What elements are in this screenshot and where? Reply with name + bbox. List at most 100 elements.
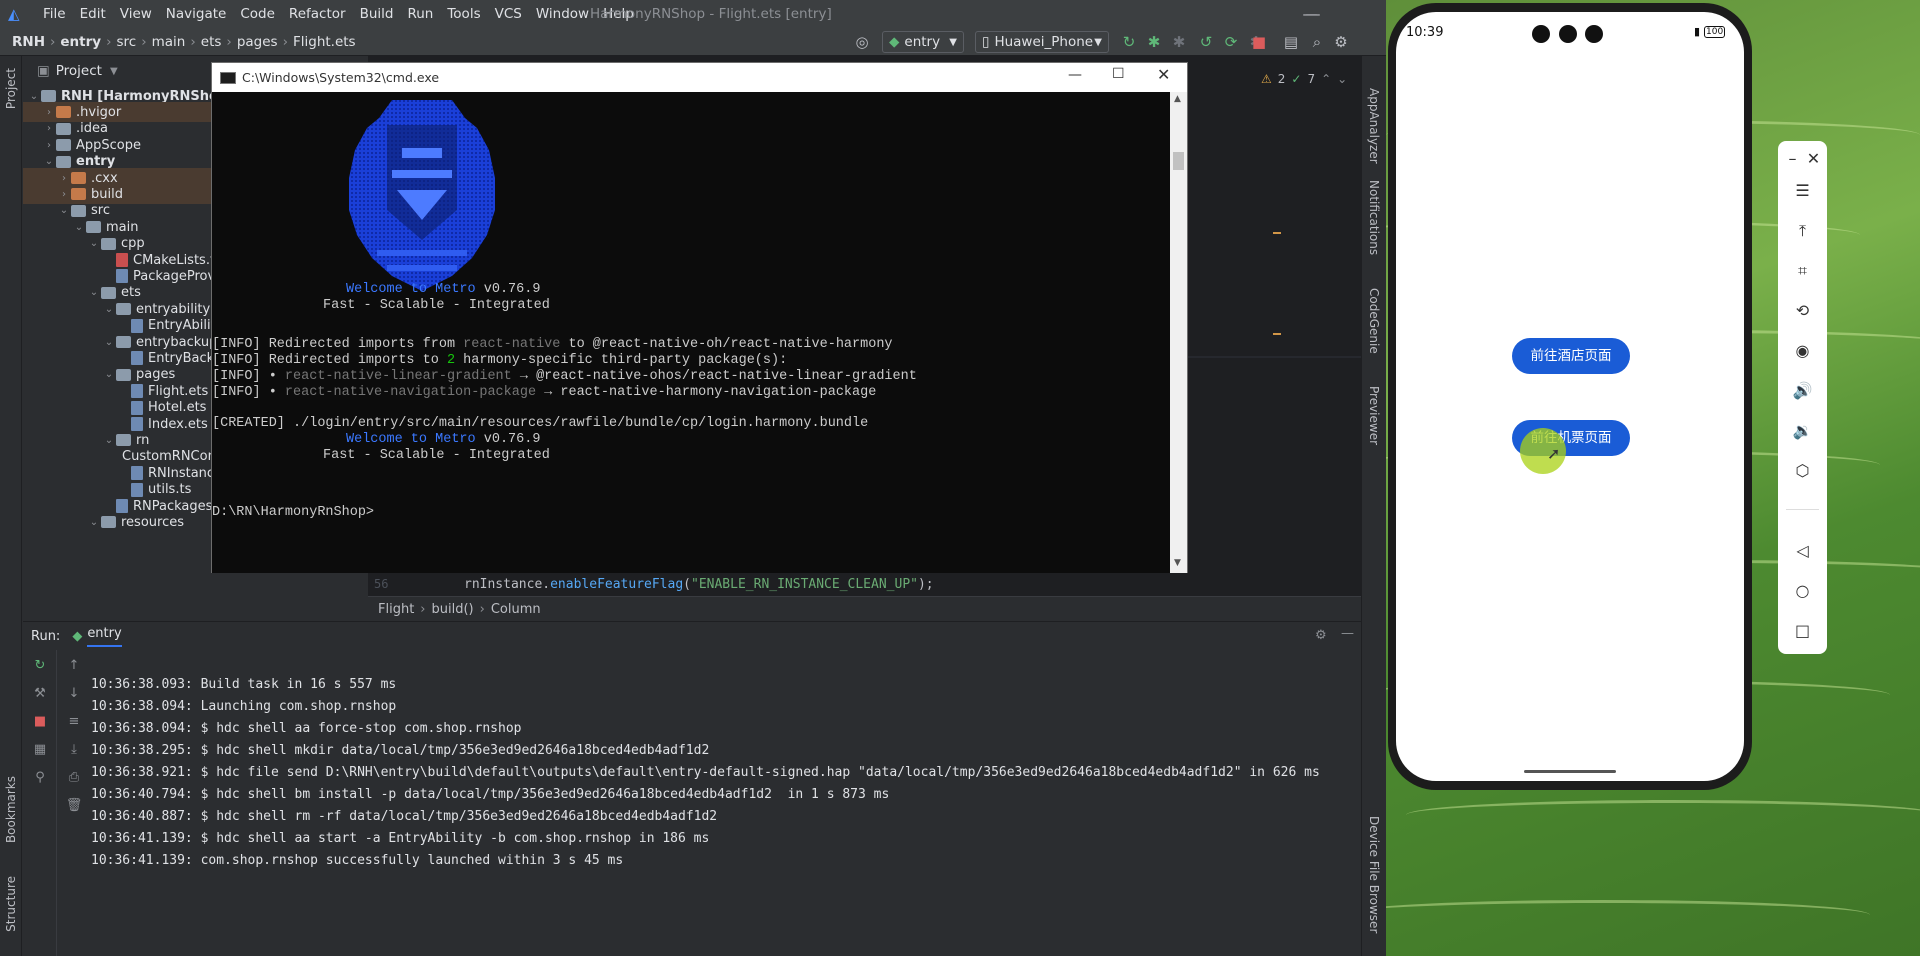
stop-icon[interactable]: ■ <box>31 714 49 732</box>
record-icon[interactable]: ◉ <box>1778 339 1827 363</box>
cmd-scrollbar[interactable]: ▲ ▼ <box>1170 92 1187 573</box>
menu-file[interactable]: File <box>36 6 73 22</box>
menu-edit[interactable]: Edit <box>73 6 113 22</box>
rerun-icon[interactable]: ↻ <box>1120 33 1138 51</box>
run-console-output[interactable]: 10:36:38.093: Build task in 16 s 557 ms 1… <box>91 674 1320 872</box>
close-icon[interactable]: ✕ <box>1157 65 1170 84</box>
device-select[interactable]: ▯ Huawei_Phone ▼ <box>975 31 1109 53</box>
chevron-down-icon[interactable]: ⌄ <box>102 369 116 380</box>
breadcrumb-item[interactable]: ets <box>201 34 222 50</box>
minimize-icon[interactable]: — <box>1068 67 1082 83</box>
breadcrumb-item[interactable]: src <box>117 34 137 50</box>
chevron-down-icon[interactable]: ⌄ <box>102 435 116 446</box>
home-icon[interactable]: ○ <box>1778 579 1827 603</box>
appanalyzer-tool-tab[interactable]: AppAnalyzer <box>1367 88 1381 164</box>
pin-icon[interactable]: ⚲ <box>31 770 49 788</box>
breadcrumb-item[interactable]: entry <box>60 34 101 50</box>
run-tab-entry[interactable]: entry <box>87 626 122 647</box>
soft-wrap-icon[interactable]: ≡ <box>65 714 83 732</box>
chevron-down-icon[interactable]: ⌄ <box>102 304 116 315</box>
menu-run[interactable]: Run <box>400 6 440 22</box>
device-manager-icon[interactable]: ▤ <box>1282 33 1300 51</box>
crop-screenshot-icon[interactable]: ⌗ <box>1778 259 1827 283</box>
chevron-right-icon[interactable]: › <box>42 123 56 134</box>
menu-code[interactable]: Code <box>233 6 282 22</box>
device-file-browser-tool-tab[interactable]: Device File Browser <box>1367 816 1381 933</box>
apply-changes-icon[interactable]: ↺ <box>1197 33 1215 51</box>
up-arrow-icon[interactable]: ↑ <box>65 658 83 676</box>
breadcrumb-item[interactable]: RNH <box>12 34 45 50</box>
project-tool-tab[interactable]: Project <box>4 68 18 109</box>
scroll-to-end-icon[interactable]: ⤓ <box>65 742 83 760</box>
breadcrumb-item[interactable]: Flight.ets <box>293 34 356 50</box>
chevron-right-icon[interactable]: › <box>57 189 71 200</box>
chevron-right-icon[interactable]: › <box>42 140 56 151</box>
back-icon[interactable]: ◁ <box>1778 539 1827 563</box>
cmd-window[interactable]: C:\Windows\System32\cmd.exe — ☐ ✕ Welcom… <box>211 62 1188 573</box>
breadcrumb-item[interactable]: pages <box>237 34 278 50</box>
volume-down-icon[interactable]: 🔉 <box>1778 419 1827 443</box>
menu-window[interactable]: Window <box>529 6 596 22</box>
fold-icon[interactable]: ⬡ <box>1778 459 1827 483</box>
scroll-up-icon[interactable]: ▲ <box>1174 94 1181 104</box>
rotate-icon[interactable]: ⟲ <box>1778 299 1827 323</box>
hide-panel-icon[interactable]: — <box>1341 626 1354 641</box>
settings-gear-icon[interactable]: ⚙ <box>1332 33 1350 51</box>
menu-navigate[interactable]: Navigate <box>159 6 234 22</box>
rerun-icon[interactable]: ↻ <box>31 658 49 676</box>
editor-crumb[interactable]: build() <box>432 602 474 617</box>
window-minimize-icon[interactable]: — <box>1300 4 1320 24</box>
previewer-tool-tab[interactable]: Previewer <box>1367 386 1381 445</box>
chevron-down-icon[interactable]: ⌄ <box>42 156 56 167</box>
stop-icon[interactable]: ■ <box>1250 33 1268 51</box>
menu-vcs[interactable]: VCS <box>488 6 529 22</box>
chevron-up-icon[interactable]: ⌃ <box>1321 72 1331 86</box>
pin-top-icon[interactable]: ⤒ <box>1778 219 1827 243</box>
codegenie-tool-tab[interactable]: CodeGenie <box>1367 288 1381 354</box>
chevron-down-icon[interactable]: ⌄ <box>27 91 41 102</box>
scroll-down-icon[interactable]: ▼ <box>1174 558 1181 568</box>
apply-code-changes-icon[interactable]: ⟳ <box>1222 33 1240 51</box>
maximize-icon[interactable]: ☐ <box>1112 66 1125 82</box>
editor-crumb[interactable]: Column <box>491 602 541 617</box>
target-icon[interactable]: ◎ <box>853 33 871 51</box>
layout-icon[interactable]: ▦ <box>31 742 49 760</box>
menu-build[interactable]: Build <box>353 6 401 22</box>
search-icon[interactable]: ⌕ <box>1308 33 1326 51</box>
go-hotel-button[interactable]: 前往酒店页面 <box>1512 338 1630 374</box>
attach-debugger-icon[interactable]: ✱ <box>1170 33 1188 51</box>
project-panel-title[interactable]: Project <box>56 63 102 79</box>
menu-view[interactable]: View <box>113 6 159 22</box>
notifications-tool-tab[interactable]: Notifications <box>1367 180 1381 255</box>
inspection-widget[interactable]: ⚠ 2 ✓ 7 ⌃ ⌄ <box>1261 72 1347 86</box>
chevron-right-icon[interactable]: › <box>57 173 71 184</box>
chevron-down-icon[interactable]: ⌄ <box>102 337 116 348</box>
chevron-down-icon[interactable]: ⌄ <box>87 238 101 249</box>
down-arrow-icon[interactable]: ↓ <box>65 686 83 704</box>
debug-icon[interactable]: ✱ <box>1145 33 1163 51</box>
volume-up-icon[interactable]: 🔊 <box>1778 379 1827 403</box>
print-icon[interactable]: ⎙ <box>65 770 83 788</box>
chevron-right-icon[interactable]: › <box>42 107 56 118</box>
trash-icon[interactable]: 🗑 <box>65 798 83 816</box>
scrollbar-thumb[interactable] <box>1173 152 1184 170</box>
chevron-down-icon[interactable]: ⌄ <box>57 205 71 216</box>
run-config-select[interactable]: ◆ entry ▼ <box>882 31 964 53</box>
chevron-down-icon[interactable]: ⌄ <box>1337 72 1347 86</box>
breadcrumb-item[interactable]: main <box>152 34 186 50</box>
structure-tool-tab[interactable]: Structure <box>4 876 18 932</box>
cmd-title-bar[interactable]: C:\Windows\System32\cmd.exe — ☐ ✕ <box>212 63 1187 92</box>
menu-refactor[interactable]: Refactor <box>282 6 353 22</box>
editor-crumb[interactable]: Flight <box>378 602 414 617</box>
wrench-icon[interactable]: ⚒ <box>31 686 49 704</box>
menu-icon[interactable]: ☰ <box>1778 179 1827 203</box>
chevron-down-icon[interactable]: ▼ <box>110 66 118 77</box>
app-logo-icon[interactable]: ◭ <box>8 5 30 23</box>
menu-tools[interactable]: Tools <box>440 6 487 22</box>
home-indicator[interactable] <box>1524 770 1616 773</box>
phone-screen[interactable]: 10:39 ▮ 100 前往酒店页面 前往机票页面 ➚ <box>1396 12 1744 781</box>
bookmarks-tool-tab[interactable]: Bookmarks <box>4 776 18 843</box>
recents-icon[interactable]: □ <box>1778 619 1827 643</box>
cmd-console[interactable]: Welcome to Metro v0.76.9 Fast - Scalable… <box>212 92 1170 573</box>
chevron-down-icon[interactable]: ⌄ <box>87 517 101 528</box>
